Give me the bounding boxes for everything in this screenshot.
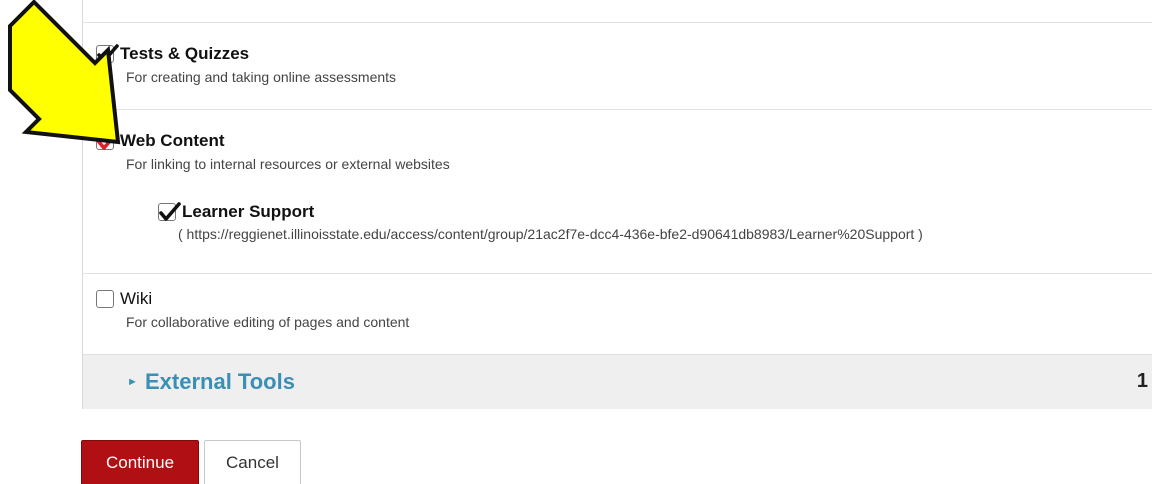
- external-tools-title[interactable]: External Tools: [145, 369, 295, 395]
- triangle-right-icon: ►: [127, 376, 138, 388]
- wiki-checkbox[interactable]: [96, 290, 114, 308]
- cancel-button[interactable]: Cancel: [204, 440, 301, 484]
- continue-button[interactable]: Continue: [81, 440, 199, 484]
- external-tools-header[interactable]: ► External Tools 1: [83, 354, 1152, 409]
- learner-support-url: ( https://reggienet.illinoisstate.edu/ac…: [178, 226, 923, 242]
- yellow-arrow-icon: [8, 0, 121, 145]
- learner-support-label: Learner Support: [182, 202, 315, 221]
- tool-tests-quizzes: Tests & Quizzes For creating and taking …: [96, 43, 396, 85]
- wiki-description: For collaborative editing of pages and c…: [126, 314, 410, 330]
- web-content-description: For linking to internal resources or ext…: [126, 156, 450, 172]
- web-content-item-learner-support: Learner Support ( https://reggienet.illi…: [158, 201, 923, 242]
- tool-web-content: Web Content For linking to internal reso…: [96, 130, 450, 172]
- divider: [82, 109, 1152, 110]
- tool-wiki: Wiki For collaborative editing of pages …: [96, 288, 409, 330]
- divider: [82, 22, 1152, 23]
- divider: [82, 273, 1152, 274]
- checkmark-icon: [159, 202, 181, 221]
- learner-support-checkbox[interactable]: [158, 202, 181, 221]
- tests-quizzes-description: For creating and taking online assessmen…: [126, 69, 397, 85]
- external-tools-count: 1: [1136, 370, 1148, 392]
- wiki-label: Wiki: [120, 289, 153, 308]
